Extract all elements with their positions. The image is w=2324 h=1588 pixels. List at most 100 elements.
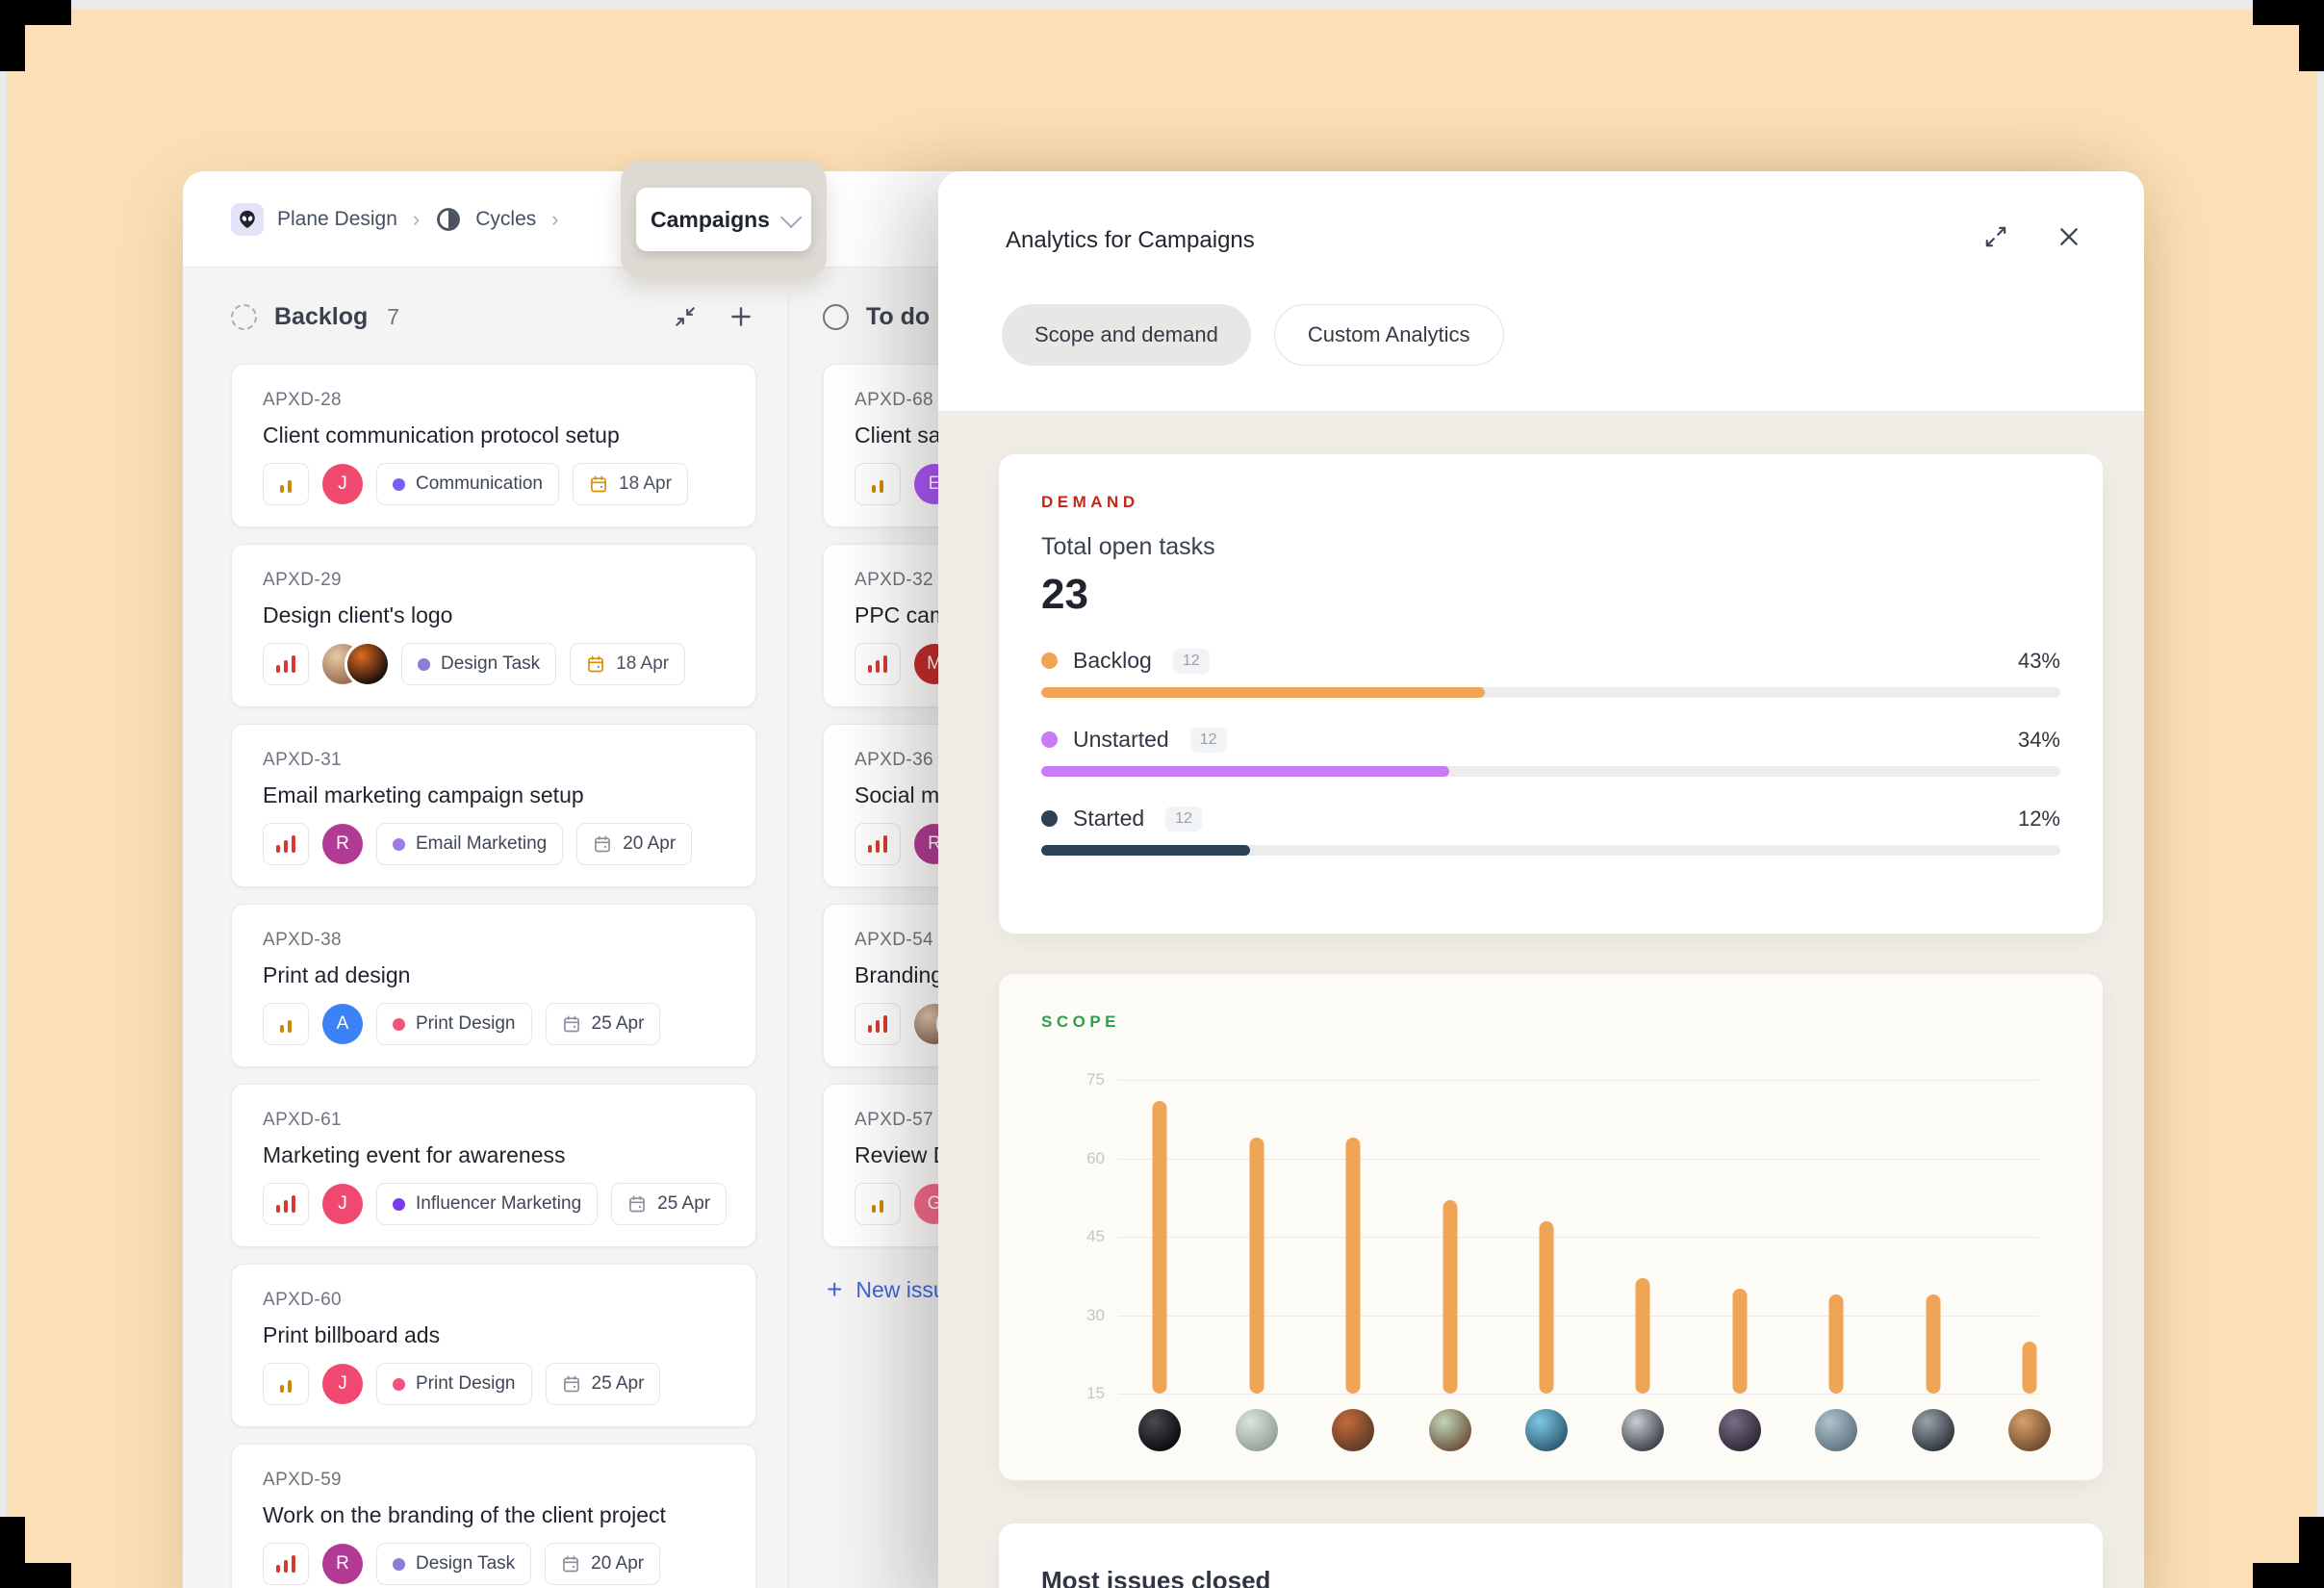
member-avatar[interactable] [1719,1409,1761,1451]
label-dot-icon [393,478,405,491]
y-axis-tick: 75 [1062,1070,1105,1089]
due-date-text: 25 Apr [592,1013,645,1035]
scope-bar[interactable] [1249,1138,1264,1394]
avatar[interactable]: J [322,464,363,504]
campaigns-spotlight: Campaigns [621,161,827,278]
priority-chip[interactable] [855,1183,901,1225]
demand-row-count-badge: 12 [1190,728,1227,753]
label-chip[interactable]: Print Design [376,1363,532,1405]
due-date-chip[interactable]: 25 Apr [546,1363,661,1405]
progress-fill [1041,845,1250,856]
backlog-state-icon [231,304,257,330]
due-date-chip[interactable]: 18 Apr [570,643,685,685]
scope-bar[interactable] [2023,1342,2037,1394]
member-avatar[interactable] [1525,1409,1568,1451]
due-date-text: 25 Apr [657,1193,710,1215]
issue-id: APXD-28 [263,390,725,411]
issue-card[interactable]: APXD-28 Client communication protocol se… [231,364,756,527]
label-chip[interactable]: Communication [376,463,559,505]
label-chip[interactable]: Design Task [376,1543,531,1585]
expand-icon[interactable] [1980,221,2011,252]
scope-bar[interactable] [1443,1200,1457,1394]
due-date-chip[interactable]: 18 Apr [573,463,688,505]
priority-chip[interactable] [855,823,901,865]
scope-bar[interactable] [1926,1294,1940,1394]
issue-card[interactable]: APXD-60 Print billboard ads J Print Desi… [231,1264,756,1427]
issue-id: APXD-29 [263,570,725,591]
issue-card[interactable]: APXD-31 Email marketing campaign setup R… [231,724,756,887]
scope-bar[interactable] [1153,1101,1167,1394]
member-avatar[interactable] [1429,1409,1471,1451]
due-date-chip[interactable]: 25 Apr [611,1183,727,1225]
label-chip[interactable]: Print Design [376,1003,532,1045]
issue-id: APXD-31 [263,750,725,771]
issue-title: Work on the branding of the client proje… [263,1502,725,1528]
progress-bar [1041,766,2060,777]
progress-fill [1041,766,1449,777]
state-dot-icon [1041,731,1058,748]
collapse-column-icon[interactable] [670,301,701,332]
avatar-group[interactable] [322,644,388,684]
due-date-chip[interactable]: 20 Apr [545,1543,660,1585]
member-avatar[interactable] [1332,1409,1374,1451]
scope-bar[interactable] [1636,1278,1650,1394]
priority-chip[interactable] [263,1543,309,1585]
demand-row-percent: 34% [2018,728,2060,753]
close-icon[interactable] [2054,221,2084,252]
label-chip[interactable]: Design Task [401,643,556,685]
due-date-text: 20 Apr [623,833,676,855]
priority-chip[interactable] [263,643,309,685]
breadcrumb-project[interactable]: Plane Design [231,203,397,236]
priority-chip[interactable] [263,463,309,505]
most-issues-closed-title: Most issues closed [1041,1566,2060,1588]
member-avatar[interactable] [2008,1409,2051,1451]
priority-chip[interactable] [263,823,309,865]
priority-chip[interactable] [263,1003,309,1045]
issue-card[interactable]: APXD-59 Work on the branding of the clie… [231,1444,756,1588]
priority-chip[interactable] [855,1003,901,1045]
priority-chip[interactable] [263,1183,309,1225]
label-dot-icon [393,1558,405,1571]
label-chip[interactable]: Influencer Marketing [376,1183,598,1225]
scope-bar[interactable] [1829,1294,1844,1394]
demand-row-label: Started [1073,806,1144,832]
priority-chip[interactable] [855,643,901,685]
state-dot-icon [1041,653,1058,669]
member-avatar[interactable] [1815,1409,1857,1451]
member-avatar[interactable] [1912,1409,1954,1451]
avatar[interactable]: R [322,824,363,864]
tab-custom-analytics[interactable]: Custom Analytics [1274,304,1504,366]
demand-panel: DEMAND Total open tasks 23 Backlog 12 43… [999,454,2103,934]
cycle-select-dropdown[interactable]: Campaigns [636,188,811,251]
member-avatar[interactable] [1138,1409,1181,1451]
y-axis-tick: 30 [1062,1306,1105,1325]
tab-scope-and-demand[interactable]: Scope and demand [1002,304,1251,366]
breadcrumb-cycles-label: Cycles [475,208,536,231]
issue-card[interactable]: APXD-38 Print ad design A Print Design 2… [231,904,756,1067]
issue-id: APXD-38 [263,930,725,951]
issue-title: Client communication protocol setup [263,423,725,448]
scope-bar[interactable] [1732,1289,1747,1394]
scope-bar[interactable] [1346,1138,1361,1394]
avatar[interactable]: J [322,1364,363,1404]
avatar[interactable]: R [322,1544,363,1584]
due-date-chip[interactable]: 20 Apr [576,823,692,865]
demand-row-backlog: Backlog 12 43% [1041,648,2060,698]
member-avatar[interactable] [1622,1409,1664,1451]
issue-id: APXD-61 [263,1110,725,1131]
label-chip[interactable]: Email Marketing [376,823,563,865]
avatar [347,644,388,684]
breadcrumb-separator: › [413,207,420,232]
scope-bar[interactable] [1540,1221,1554,1394]
breadcrumb-cycles[interactable]: Cycles [435,206,536,233]
avatar[interactable]: J [322,1184,363,1224]
issue-card[interactable]: APXD-29 Design client's logo Design Task… [231,544,756,707]
breadcrumb-project-label: Plane Design [277,208,397,231]
priority-chip[interactable] [855,463,901,505]
issue-card[interactable]: APXD-61 Marketing event for awareness J … [231,1084,756,1247]
due-date-chip[interactable]: 25 Apr [546,1003,661,1045]
priority-chip[interactable] [263,1363,309,1405]
avatar[interactable]: A [322,1004,363,1044]
add-issue-icon[interactable] [726,301,756,332]
member-avatar[interactable] [1236,1409,1278,1451]
